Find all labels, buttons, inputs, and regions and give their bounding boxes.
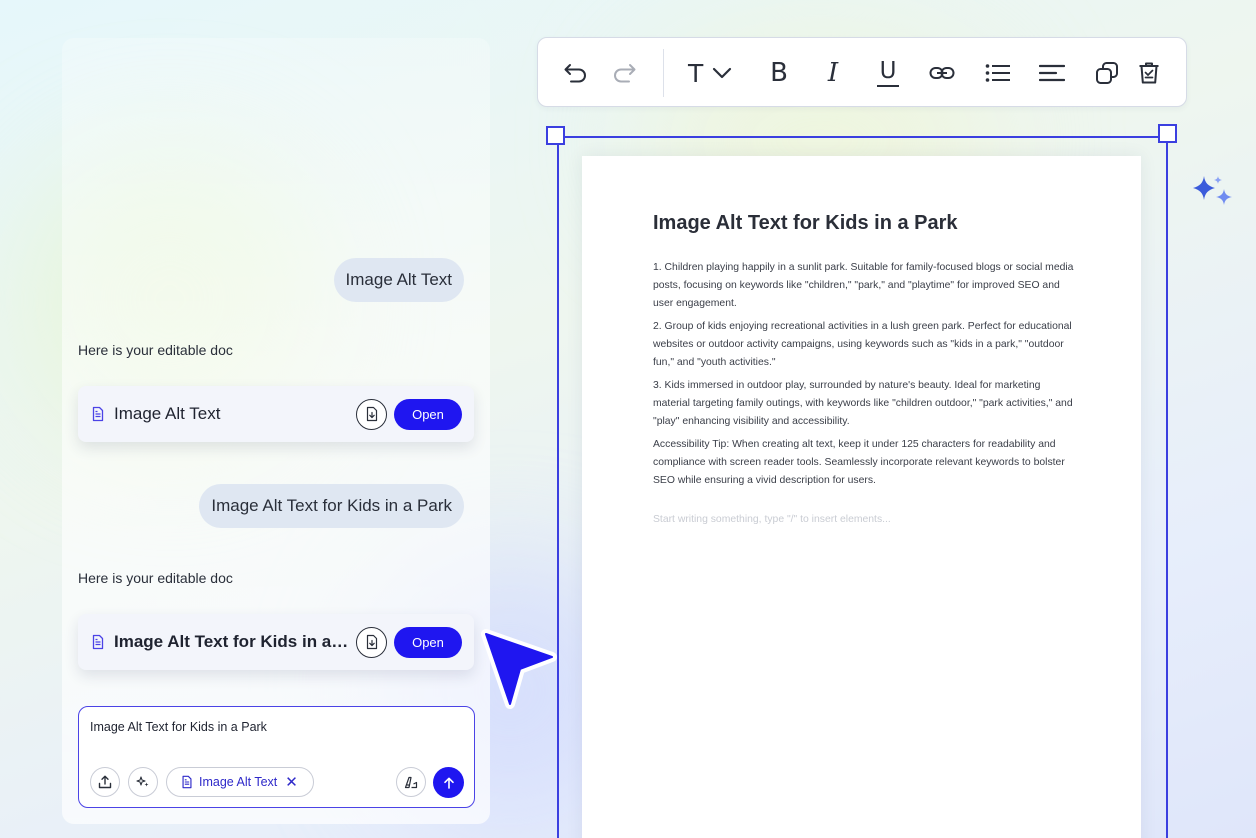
open-button[interactable]: Open: [394, 626, 462, 658]
image-style-icon: [404, 776, 418, 789]
underline-icon: U: [879, 58, 897, 84]
editor-toolbar: T B I U: [537, 37, 1187, 107]
align-button[interactable]: [1038, 57, 1066, 89]
send-button[interactable]: [433, 767, 464, 798]
message-composer[interactable]: Image Alt Text for Kids in a Park Image …: [78, 706, 475, 808]
style-button[interactable]: [396, 767, 426, 797]
upload-button[interactable]: [90, 767, 120, 797]
file-icon: [182, 775, 192, 789]
user-message-bubble: Image Alt Text for Kids in a Park: [199, 484, 464, 528]
resize-handle[interactable]: [1158, 124, 1177, 143]
document-page[interactable]: Image Alt Text for Kids in a Park 1. Chi…: [582, 156, 1141, 838]
doc-card-title: Image Alt Text: [114, 404, 221, 423]
link-icon: [929, 67, 955, 79]
bullet-list-icon: [985, 64, 1010, 82]
underline-button[interactable]: U: [874, 57, 902, 89]
document-paragraph[interactable]: 1. Children playing happily in a sunlit …: [653, 259, 1078, 313]
bold-icon: B: [770, 58, 788, 88]
attachment-chip-label: Image Alt Text: [199, 775, 278, 789]
doc-card[interactable]: Image Alt Text Open: [78, 386, 474, 442]
assistant-message-text: Here is your editable doc: [78, 570, 233, 586]
open-button[interactable]: Open: [394, 398, 462, 430]
app-canvas: Image Alt Text Here is your editable doc…: [0, 0, 1256, 838]
close-icon[interactable]: ✕: [285, 775, 298, 790]
italic-icon: I: [827, 58, 839, 88]
duplicate-button[interactable]: [1094, 57, 1120, 89]
text-style-icon: T: [688, 58, 704, 88]
undo-icon: [564, 64, 586, 83]
sparkle-icon: [1193, 176, 1232, 205]
chevron-down-icon: [713, 67, 732, 79]
sparkle-icon: [136, 776, 149, 787]
document-paragraph[interactable]: 2. Group of kids enjoying recreational a…: [653, 318, 1078, 372]
doc-card[interactable]: Image Alt Text for Kids in a Park Open: [78, 614, 474, 670]
composer-input[interactable]: Image Alt Text for Kids in a Park: [90, 720, 267, 734]
document-paragraph[interactable]: Accessibility Tip: When creating alt tex…: [653, 436, 1078, 490]
document-paragraph[interactable]: 3. Kids immersed in outdoor play, surrou…: [653, 377, 1078, 431]
file-icon: [92, 634, 104, 650]
download-button[interactable]: [356, 626, 387, 658]
doc-card-title: Image Alt Text for Kids in a Park: [114, 632, 349, 651]
redo-button[interactable]: [610, 57, 638, 89]
editor-placeholder[interactable]: Start writing something, type "/" to ins…: [653, 514, 891, 525]
attachment-chip[interactable]: Image Alt Text ✕: [166, 767, 314, 797]
underline-bar: [877, 85, 899, 87]
toolbar-divider: [663, 49, 664, 97]
align-left-icon: [1039, 64, 1065, 82]
assistant-message-text: Here is your editable doc: [78, 342, 233, 358]
document-title[interactable]: Image Alt Text for Kids in a Park: [653, 212, 958, 235]
chat-panel: Image Alt Text Here is your editable doc…: [62, 38, 490, 824]
redo-icon: [614, 64, 636, 83]
link-button[interactable]: [928, 57, 956, 89]
resize-handle[interactable]: [546, 126, 565, 145]
delete-button[interactable]: [1136, 57, 1162, 89]
text-style-dropdown[interactable]: T: [688, 57, 748, 89]
delete-icon: [1139, 62, 1159, 84]
download-file-icon: [366, 634, 377, 650]
user-message-text: Image Alt Text: [345, 270, 452, 289]
upload-icon: [98, 775, 112, 789]
duplicate-icon: [1096, 62, 1118, 84]
download-file-icon: [366, 406, 377, 422]
pointer-cursor-icon: [481, 629, 557, 709]
bullet-list-button[interactable]: [984, 57, 1012, 89]
undo-button[interactable]: [562, 57, 590, 89]
download-button[interactable]: [356, 398, 387, 430]
file-icon: [92, 406, 104, 422]
bold-button[interactable]: B: [766, 57, 792, 89]
italic-button[interactable]: I: [820, 57, 846, 89]
user-message-bubble: Image Alt Text: [333, 258, 464, 302]
arrow-up-icon: [443, 777, 454, 789]
ai-enhance-button[interactable]: [128, 767, 158, 797]
user-message-text: Image Alt Text for Kids in a Park: [211, 496, 452, 515]
